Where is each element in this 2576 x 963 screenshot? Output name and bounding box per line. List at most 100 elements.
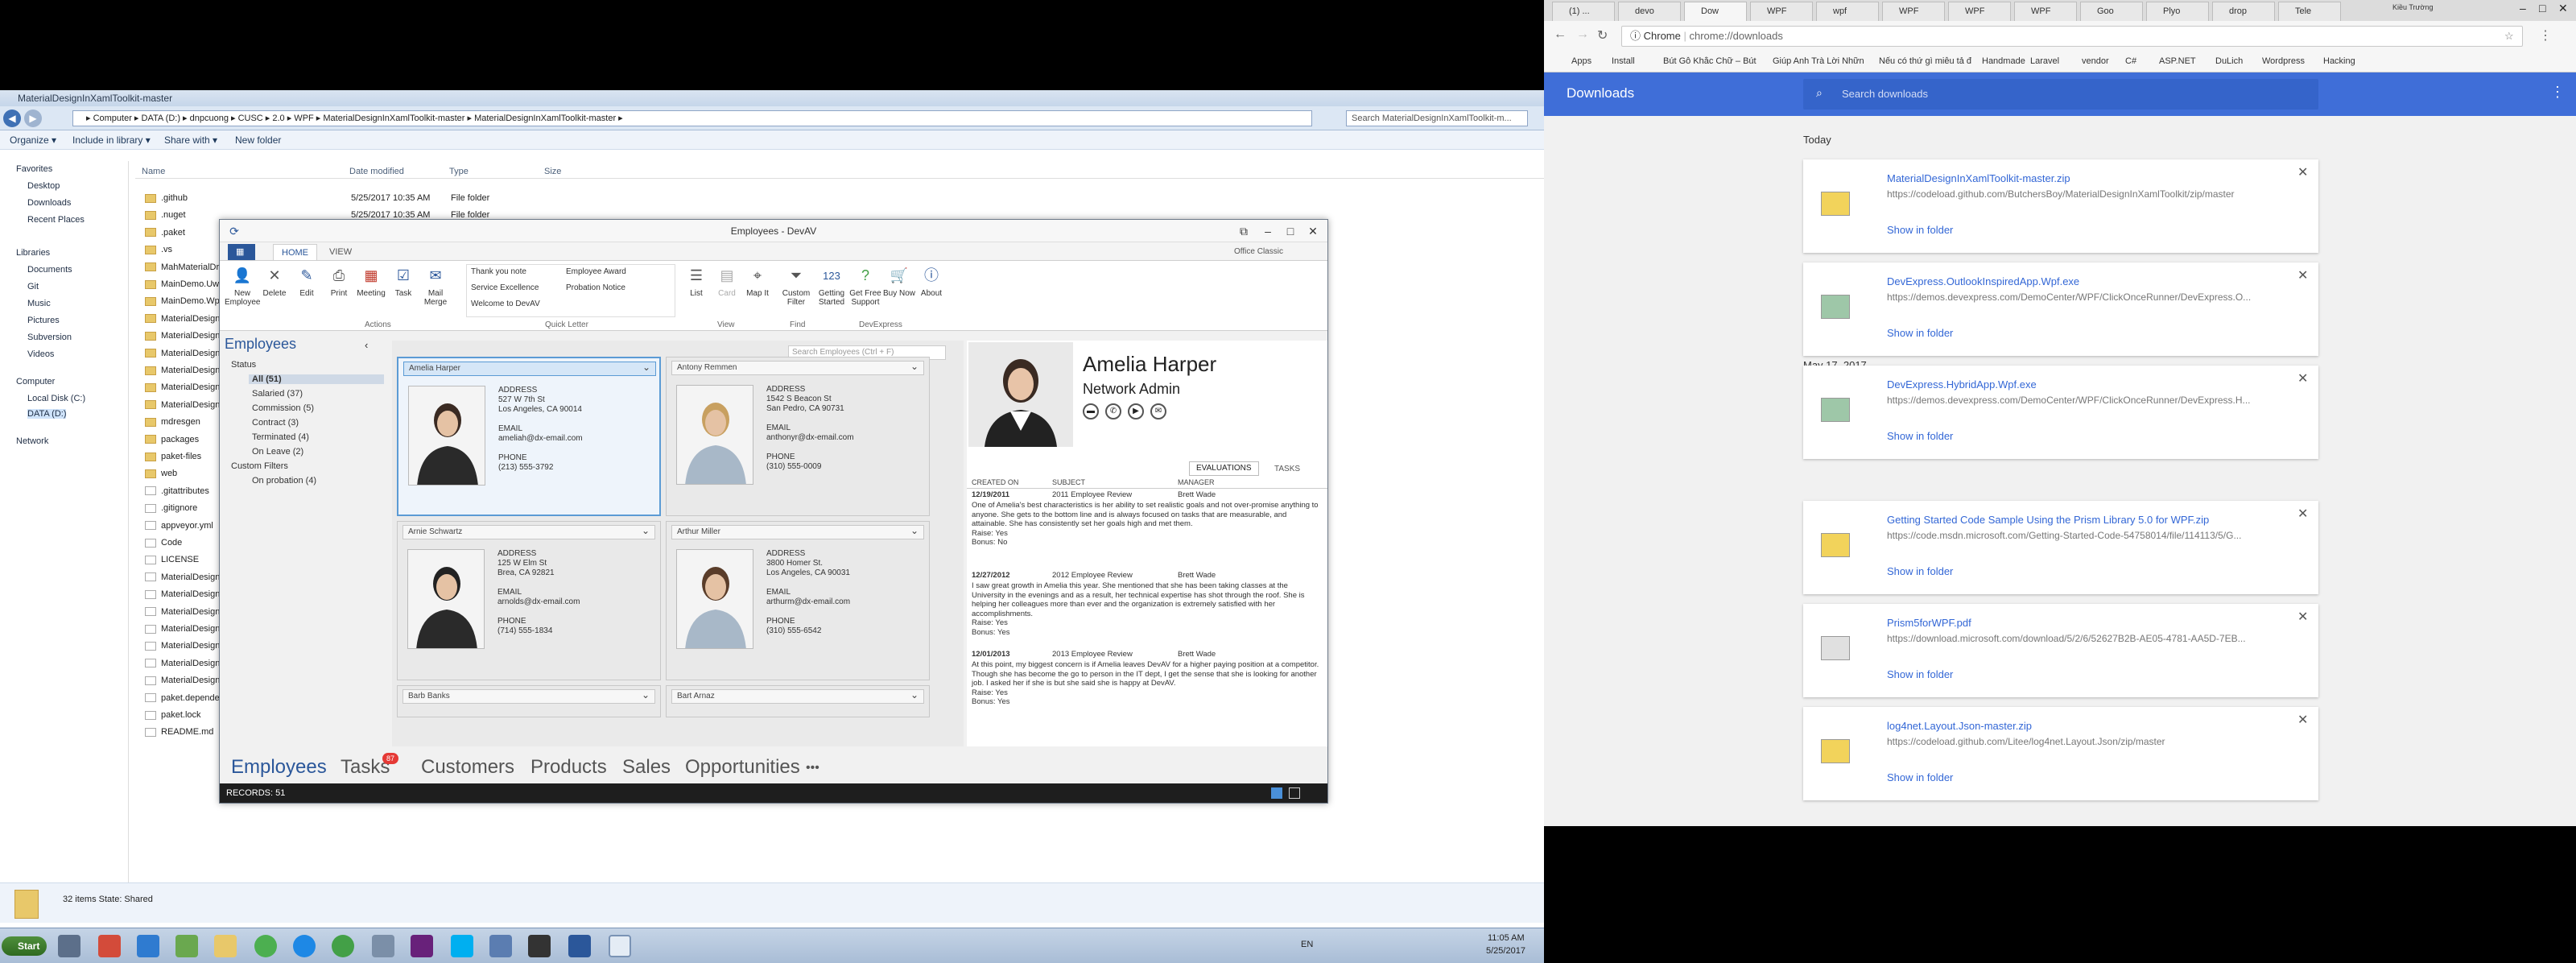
download-file-link[interactable]: MaterialDesignInXamlToolkit-master.zip [1887, 172, 2070, 184]
filter-item[interactable]: On Leave (2) [252, 447, 303, 457]
sidebar-downloads[interactable]: Downloads [27, 198, 71, 208]
remove-download-icon[interactable]: ✕ [2297, 164, 2308, 180]
phone-icon[interactable]: ✆ [1105, 403, 1121, 420]
download-file-link[interactable]: log4net.Layout.Json-master.zip [1887, 720, 2032, 732]
browser-tab[interactable]: (1) ... [1552, 2, 1615, 21]
download-url[interactable]: https://codeload.github.com/ButchersBoy/… [1887, 188, 2297, 200]
filter-item[interactable]: Salaried (37) [252, 389, 303, 399]
tab-home[interactable]: HOME [273, 244, 317, 260]
bookmark-item[interactable]: Laravel [2030, 56, 2077, 66]
new-employee-button[interactable]: 👤 New Employee [225, 264, 260, 308]
include-library-button[interactable]: Include in library ▾ [72, 134, 151, 146]
profile-name[interactable]: Kiều Trường [2392, 3, 2433, 11]
col-type[interactable]: Type [449, 167, 469, 176]
list-layout-icon[interactable] [1289, 787, 1300, 799]
sidebar-desktop[interactable]: Desktop [27, 181, 60, 191]
map-it-button[interactable]: ⌖ Map It [740, 264, 775, 299]
quick-letter-item[interactable]: Welcome to DevAV [471, 300, 540, 308]
download-file-link[interactable]: DevExpress.OutlookInspiredApp.Wpf.exe [1887, 275, 2079, 287]
nav-customers[interactable]: Customers [421, 756, 514, 779]
employee-card[interactable]: Bart Arnaz ⌄ [666, 685, 930, 717]
browser-tab[interactable]: WPF [1750, 2, 1813, 21]
reload-icon[interactable]: ↻ [1597, 27, 1608, 43]
sidebar-libraries[interactable]: Libraries [16, 248, 50, 258]
browser-tab[interactable]: Dow [1684, 2, 1747, 21]
chevron-down-icon[interactable]: ⌄ [910, 360, 919, 373]
custom-filter-button[interactable]: ⏷ Custom Filter [778, 264, 814, 308]
nav-sales[interactable]: Sales [622, 756, 671, 779]
bookmark-item[interactable]: Handmade [1982, 56, 2025, 66]
evaluation-item[interactable]: 12/01/2013 2013 Employee Review Brett Wade… [972, 650, 1323, 707]
taskbar-app-icon[interactable] [293, 935, 316, 957]
bookmark-item[interactable]: Bút Gỗ Khắc Chữ – Bút [1663, 56, 1768, 66]
filter-item[interactable]: Contract (3) [252, 418, 299, 428]
download-file-link[interactable]: DevExpress.HybridApp.Wpf.exe [1887, 378, 2037, 391]
nav-more[interactable]: ••• [806, 761, 819, 775]
bookmark-item[interactable]: Hacking [2323, 56, 2376, 66]
filter-item[interactable]: Commission (5) [252, 403, 314, 413]
nav-employees[interactable]: Employees [231, 756, 327, 779]
nav-products[interactable]: Products [530, 756, 607, 779]
remove-download-icon[interactable]: ✕ [2297, 267, 2308, 283]
col-manager[interactable]: MANAGER [1178, 478, 1215, 486]
show-in-folder-link[interactable]: Show in folder [1887, 771, 1953, 783]
tab-tasks[interactable]: TASKS [1268, 463, 1307, 477]
start-button[interactable]: Start [2, 936, 47, 956]
downloads-search-input[interactable]: Search downloads [1803, 79, 2318, 110]
getting-started-button[interactable]: 123 Getting Started [814, 264, 849, 308]
clock-date[interactable]: 5/25/2017 [1486, 946, 1525, 956]
minimize-icon[interactable]: – [1258, 223, 1278, 239]
wpf-taskbar-icon[interactable] [568, 935, 591, 957]
col-subject[interactable]: SUBJECT [1052, 478, 1085, 486]
file-row[interactable]: .github 5/25/2017 10:35 AM File folder [145, 190, 596, 207]
download-url[interactable]: https://code.msdn.microsoft.com/Getting-… [1887, 530, 2297, 541]
download-url[interactable]: https://codeload.github.com/Litee/log4ne… [1887, 736, 2297, 747]
browser-tab[interactable]: devo [1618, 2, 1681, 21]
taskbar-app-icon[interactable] [175, 935, 198, 957]
evaluation-item[interactable]: 12/19/2011 2011 Employee Review Brett Wade… [972, 490, 1323, 548]
browser-tab[interactable]: WPF [1882, 2, 1945, 21]
show-in-folder-link[interactable]: Show in folder [1887, 430, 1953, 442]
taskbar-app-icon[interactable] [528, 935, 551, 957]
back-icon[interactable]: ◀ [3, 110, 21, 127]
sidebar-favorites[interactable]: Favorites [16, 164, 52, 174]
forward-icon[interactable]: → [1576, 27, 1589, 42]
visual-studio-taskbar-icon[interactable] [411, 935, 433, 957]
col-size[interactable]: Size [544, 167, 561, 176]
download-file-link[interactable]: Prism5forWPF.pdf [1887, 617, 1971, 629]
sidebar-data-drive[interactable]: DATA (D:) [27, 409, 67, 419]
mail-icon[interactable]: ✉ [1150, 403, 1166, 420]
quick-letter-item[interactable]: Service Excellence [471, 283, 539, 292]
employee-card[interactable]: Arnie Schwartz ⌄ ADDRESS 125 W Elm St Brea, … [397, 521, 661, 680]
taskbar-app-icon[interactable] [98, 935, 121, 957]
sidebar-network[interactable]: Network [16, 436, 48, 446]
skype-taskbar-icon[interactable] [451, 935, 473, 957]
remove-download-icon[interactable]: ✕ [2297, 712, 2308, 728]
video-icon[interactable]: ▶ [1128, 403, 1144, 420]
bookmark-item[interactable]: Giúp Anh Trà Lời Nhữn [1773, 56, 1874, 66]
show-in-folder-link[interactable]: Show in folder [1887, 327, 1953, 339]
print-button[interactable]: ⎙ Print [321, 264, 357, 299]
evaluation-item[interactable]: 12/27/2012 2012 Employee Review Brett Wade… [972, 571, 1323, 637]
download-file-link[interactable]: Getting Started Code Sample Using the Pr… [1887, 514, 2209, 526]
chat-icon[interactable]: ▬ [1083, 403, 1099, 420]
browser-tab[interactable]: Goo [2080, 2, 2143, 21]
col-date[interactable]: Date modified [349, 167, 404, 176]
show-in-folder-link[interactable]: Show in folder [1887, 668, 1953, 680]
explorer-search-input[interactable]: Search MaterialDesignInXamlToolkit-m... [1346, 110, 1528, 126]
back-icon[interactable]: ← [1554, 27, 1567, 42]
employee-card[interactable]: Arthur Miller ⌄ ADDRESS 3800 Homer St. Los A… [666, 521, 930, 680]
bookmark-item[interactable]: DuLich [2215, 56, 2257, 66]
forward-icon[interactable]: ▶ [24, 110, 42, 127]
delete-button[interactable]: ✕ Delete [257, 264, 292, 299]
bookmark-item[interactable]: C# [2125, 56, 2154, 66]
collapse-pane-icon[interactable]: ‹ [365, 339, 368, 351]
sidebar-subversion[interactable]: Subversion [27, 333, 72, 342]
address-bar[interactable]: ⓘ Chrome | chrome://downloads ☆ [1621, 26, 2523, 47]
bookmark-item[interactable]: Wordpress [2262, 56, 2318, 66]
bookmark-item[interactable]: Apps [1571, 56, 1607, 66]
chevron-down-icon[interactable]: ⌄ [642, 361, 650, 374]
clock-time[interactable]: 11:05 AM [1488, 933, 1525, 943]
remove-download-icon[interactable]: ✕ [2297, 609, 2308, 625]
chevron-down-icon[interactable]: ⌄ [910, 688, 919, 701]
